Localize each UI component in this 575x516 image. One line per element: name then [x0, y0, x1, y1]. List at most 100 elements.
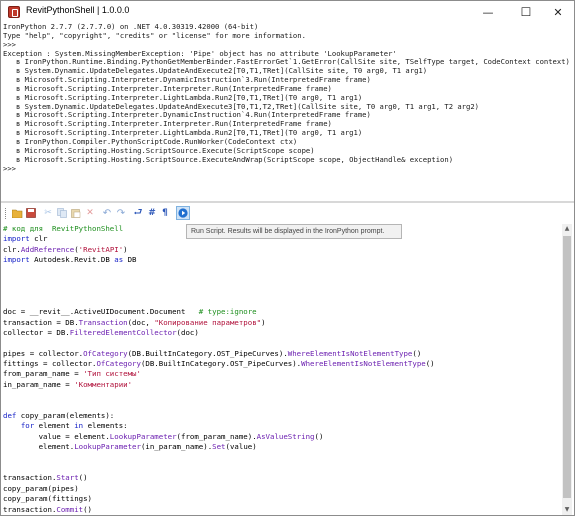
code-token: collector = DB. [3, 327, 70, 337]
code-token: (doc, [127, 317, 155, 327]
editor-scrollbar[interactable]: ▲ ▼ [562, 224, 572, 515]
code-token: DB [123, 255, 137, 265]
code-token: ) [261, 317, 266, 327]
toolbar-grip[interactable] [5, 208, 8, 219]
code-token: clr. [3, 244, 21, 254]
code-line: pipes = collector.OfCategory(DB.BuiltInC… [3, 349, 561, 359]
code-token: WhereElementIsNotElementType [287, 348, 413, 358]
delete-icon[interactable]: ✕ [84, 207, 96, 219]
paste-icon[interactable] [70, 207, 82, 219]
code-token: "Копирование параметров" [154, 317, 262, 327]
code-token: AsValueString [256, 431, 315, 441]
code-token: transaction. [3, 473, 57, 483]
code-token: copy_param(fittings) [3, 494, 92, 504]
code-line: from_param_name = 'Тип системы' [3, 369, 561, 379]
open-file-icon[interactable] [11, 207, 23, 219]
cut-icon[interactable]: ✂ [42, 207, 54, 219]
code-line: def copy_param(elements): [3, 411, 561, 421]
code-token: def [3, 411, 17, 421]
main-window: RevitPythonShell | 1.0.0.0 — ☐ ✕ IronPyt… [0, 0, 575, 516]
run-script-button[interactable] [176, 206, 190, 220]
maximize-button[interactable]: ☐ [509, 1, 543, 23]
console-scrollbar[interactable] [563, 23, 572, 193]
scroll-down-icon[interactable]: ▼ [562, 505, 572, 515]
code-token: 'Тип системы' [83, 369, 141, 379]
code-token: import [3, 234, 30, 244]
code-token: # type:ignore [198, 307, 257, 317]
console-output[interactable]: IronPython 2.7.7 (2.7.7.0) on .NET 4.0.3… [3, 23, 571, 191]
code-token: transaction. [3, 504, 57, 514]
code-token: OfCategory [83, 348, 128, 358]
minimize-button[interactable]: — [471, 1, 505, 23]
code-line: transaction.Start() [3, 473, 561, 483]
code-token: (in_param_name). [140, 442, 213, 452]
code-token: WhereElementIsNotElementType [301, 359, 426, 369]
code-token: import [3, 255, 30, 265]
code-line: transaction = DB.Transaction(doc, "Копир… [3, 318, 561, 328]
code-line: copy_param(pipes) [3, 484, 561, 494]
code-token: value = element. [3, 431, 110, 441]
editor-toolbar: ✂ ✕ ↶ ↷ ⮐ # ¶ [1, 206, 574, 222]
scrollbar-thumb[interactable] [563, 236, 571, 498]
copy-icon[interactable] [56, 207, 68, 219]
code-token: Set [212, 442, 226, 452]
comment-icon[interactable]: # [146, 207, 158, 219]
code-token: (from_param_name). [176, 431, 257, 441]
save-icon[interactable] [25, 207, 37, 219]
code-line: fittings = collector.OfCategory(DB.Built… [3, 359, 561, 369]
code-token: element. [3, 442, 75, 452]
code-token: copy_param(pipes) [3, 483, 79, 493]
code-line: transaction.Commit() [3, 505, 561, 514]
code-token: (value) [225, 442, 257, 452]
code-token: FilteredElementCollector [69, 327, 177, 337]
code-token: AddReference [20, 244, 75, 254]
word-wrap-icon[interactable]: ⮐ [132, 207, 144, 219]
code-token: element [34, 421, 75, 431]
code-token: LookupParameter [74, 442, 141, 452]
code-token: OfCategory [96, 359, 141, 369]
console-line: в Microsoft.Scripting.Hosting.ScriptSour… [3, 154, 454, 164]
run-script-tooltip: Run Script. Results will be displayed in… [186, 224, 402, 239]
code-token: doc = __revit__.ActiveUIDocument.Documen… [3, 307, 199, 317]
title-bar[interactable]: RevitPythonShell | 1.0.0.0 — ☐ ✕ [1, 1, 574, 23]
code-token: 'Комментарии' [74, 379, 133, 389]
code-token: () [78, 473, 88, 483]
app-icon [8, 6, 20, 18]
code-token: # код для RevitPythonShell [3, 224, 124, 233]
code-line: value = element.LookupParameter(from_par… [3, 432, 561, 442]
show-whitespace-icon[interactable]: ¶ [159, 207, 171, 219]
code-line: copy_param(fittings) [3, 494, 561, 504]
code-editor[interactable]: # код для RevitPythonShell import clr clr.… [3, 224, 561, 514]
code-token: in_param_name = [3, 379, 75, 389]
code-token: ) [123, 244, 128, 254]
code-line: collector = DB.FilteredElementCollector(… [3, 328, 561, 338]
code-token: (DB.BuiltInCategory.OST_PipeCurves). [127, 348, 288, 358]
pane-splitter[interactable] [1, 201, 574, 203]
code-token: fittings = collector. [3, 359, 97, 369]
code-token: elements: [83, 421, 128, 431]
scroll-up-icon[interactable]: ▲ [562, 224, 572, 234]
code-token: () [412, 348, 422, 358]
code-line: doc = __revit__.ActiveUIDocument.Documen… [3, 307, 561, 317]
window-title: RevitPythonShell | 1.0.0.0 [26, 5, 130, 15]
redo-icon[interactable]: ↷ [115, 207, 127, 219]
code-line: for element in elements: [3, 421, 561, 431]
code-token: Transaction [78, 317, 128, 327]
code-token: pipes = collector. [3, 348, 84, 358]
close-button[interactable]: ✕ [541, 1, 575, 23]
code-token: as [114, 255, 124, 265]
undo-icon[interactable]: ↶ [101, 207, 113, 219]
code-line: element.LookupParameter(in_param_name).S… [3, 442, 561, 452]
code-token: () [425, 359, 435, 369]
code-line: import Autodesk.Revit.DB as DB [3, 255, 561, 265]
code-token: (DB.BuiltInCategory.OST_PipeCurves). [140, 359, 302, 369]
